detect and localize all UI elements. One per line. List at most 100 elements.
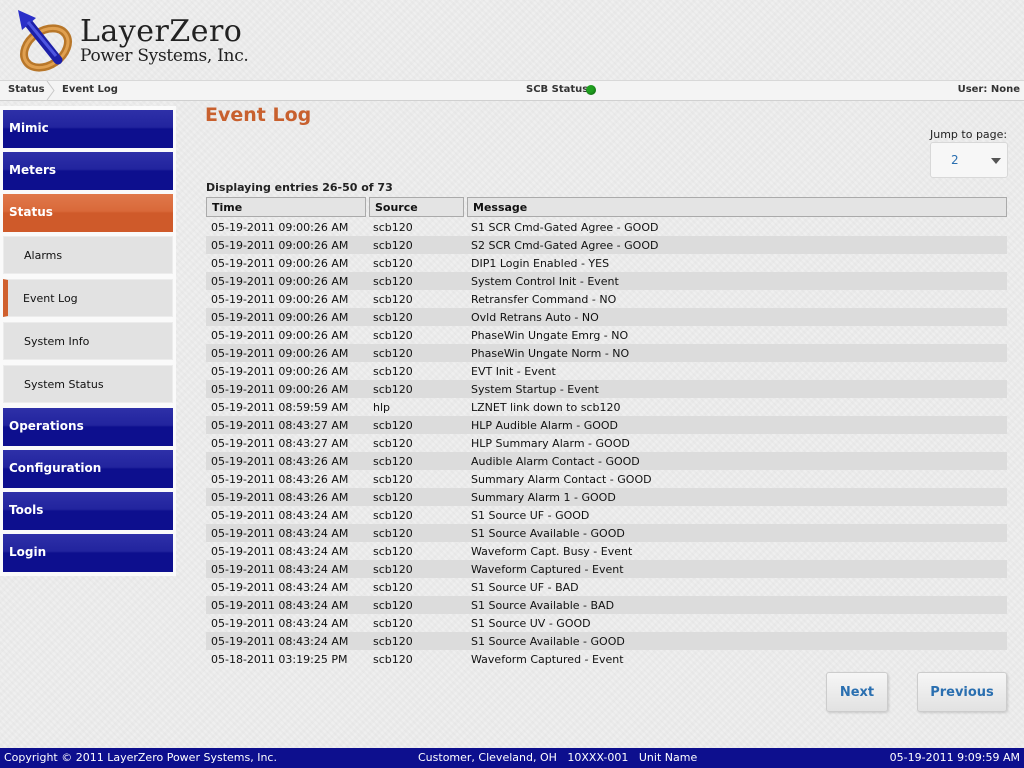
nav-system-info[interactable]: System Info xyxy=(3,322,173,360)
column-header-source: Source xyxy=(369,197,464,217)
table-row: 05-19-2011 09:00:26 AM scb120 Retransfer C… xyxy=(206,290,1007,308)
table-row: 05-19-2011 08:43:24 AM scb120 S1 Source Av… xyxy=(206,632,1007,650)
table-row: 05-19-2011 08:43:24 AM scb120 S1 Source Av… xyxy=(206,524,1007,542)
previous-button[interactable]: Previous xyxy=(917,672,1007,712)
column-header-message: Message xyxy=(467,197,1007,217)
table-row: 05-19-2011 08:59:59 AM hlp LZNET link down… xyxy=(206,398,1007,416)
table-row: 05-19-2011 08:43:24 AM scb120 S1 Source UF… xyxy=(206,506,1007,524)
cell-message: HLP Summary Alarm - GOOD xyxy=(471,437,630,450)
nav-system-status[interactable]: System Status xyxy=(3,365,173,403)
cell-source: scb120 xyxy=(373,473,413,486)
cell-source: scb120 xyxy=(373,239,413,252)
cell-message: System Startup - Event xyxy=(471,383,599,396)
cell-time: 05-19-2011 09:00:26 AM xyxy=(211,239,349,252)
chevron-down-icon xyxy=(991,158,1001,164)
cell-time: 05-19-2011 08:43:24 AM xyxy=(211,599,349,612)
cell-source: scb120 xyxy=(373,509,413,522)
cell-message: System Control Init - Event xyxy=(471,275,619,288)
cell-time: 05-19-2011 08:43:26 AM xyxy=(211,455,349,468)
cell-source: scb120 xyxy=(373,329,413,342)
cell-source: hlp xyxy=(373,401,391,414)
cell-source: scb120 xyxy=(373,491,413,504)
brand-subtitle: Power Systems, Inc. xyxy=(80,46,249,66)
nav-event-log[interactable]: Event Log xyxy=(3,279,173,317)
nav-operations[interactable]: Operations xyxy=(3,408,173,446)
cell-time: 05-19-2011 08:59:59 AM xyxy=(211,401,349,414)
brand-name: LayerZero xyxy=(80,14,243,49)
footer: Copyright © 2011 LayerZero Power Systems… xyxy=(0,748,1024,768)
cell-message: S1 Source UF - BAD xyxy=(471,581,579,594)
nav-configuration[interactable]: Configuration xyxy=(3,450,173,488)
jump-to-page-select[interactable]: 2 xyxy=(930,142,1008,178)
header: LayerZero Power Systems, Inc. xyxy=(0,0,1024,80)
cell-time: 05-19-2011 08:43:24 AM xyxy=(211,509,349,522)
cell-source: scb120 xyxy=(373,653,413,666)
nav-alarms[interactable]: Alarms xyxy=(3,236,173,274)
table-row: 05-19-2011 08:43:24 AM scb120 Waveform Cap… xyxy=(206,560,1007,578)
cell-source: scb120 xyxy=(373,455,413,468)
next-button[interactable]: Next xyxy=(826,672,888,712)
table-row: 05-19-2011 09:00:26 AM scb120 S1 SCR Cmd-G… xyxy=(206,218,1007,236)
table-row: 05-19-2011 08:43:24 AM scb120 Waveform Cap… xyxy=(206,542,1007,560)
table-row: 05-19-2011 08:43:26 AM scb120 Summary Alar… xyxy=(206,470,1007,488)
location-text: Customer, Cleveland, OH 10XXX-001 Unit N… xyxy=(418,751,698,764)
breadcrumb-status[interactable]: Status xyxy=(8,84,45,95)
nav-status[interactable]: Status xyxy=(3,194,173,232)
cell-message: Summary Alarm Contact - GOOD xyxy=(471,473,652,486)
scb-status-indicator-icon xyxy=(586,85,596,95)
table-row: 05-19-2011 09:00:26 AM scb120 PhaseWin Ung… xyxy=(206,344,1007,362)
cell-time: 05-19-2011 08:43:24 AM xyxy=(211,563,349,576)
cell-message: S1 Source Available - BAD xyxy=(471,599,615,612)
status-bar: Status Event Log SCB Status: User: None xyxy=(0,80,1024,101)
copyright-text: Copyright © 2011 LayerZero Power Systems… xyxy=(4,751,277,764)
cell-source: scb120 xyxy=(373,293,413,306)
cell-time: 05-19-2011 08:43:27 AM xyxy=(211,419,349,432)
cell-message: S2 SCR Cmd-Gated Agree - GOOD xyxy=(471,239,659,252)
cell-message: Audible Alarm Contact - GOOD xyxy=(471,455,640,468)
cell-source: scb120 xyxy=(373,311,413,324)
cell-source: scb120 xyxy=(373,383,413,396)
user-label: User: None xyxy=(957,84,1020,95)
cell-message: Summary Alarm 1 - GOOD xyxy=(471,491,616,504)
cell-time: 05-19-2011 09:00:26 AM xyxy=(211,275,349,288)
cell-source: scb120 xyxy=(373,437,413,450)
breadcrumb-separator-icon xyxy=(46,81,55,100)
column-header-time: Time xyxy=(206,197,366,217)
cell-time: 05-19-2011 08:43:24 AM xyxy=(211,527,349,540)
table-row: 05-19-2011 09:00:26 AM scb120 DIP1 Login E… xyxy=(206,254,1007,272)
cell-source: scb120 xyxy=(373,545,413,558)
cell-time: 05-19-2011 08:43:24 AM xyxy=(211,635,349,648)
table-body: 05-19-2011 09:00:26 AM scb120 S1 SCR Cmd-G… xyxy=(206,218,1007,668)
cell-message: Ovld Retrans Auto - NO xyxy=(471,311,599,324)
table-row: 05-19-2011 09:00:26 AM scb120 PhaseWin Ung… xyxy=(206,326,1007,344)
cell-message: S1 Source UF - GOOD xyxy=(471,509,590,522)
cell-source: scb120 xyxy=(373,635,413,648)
cell-time: 05-19-2011 09:00:26 AM xyxy=(211,293,349,306)
breadcrumb-event-log: Event Log xyxy=(62,84,118,95)
nav-mimic[interactable]: Mimic xyxy=(3,110,173,148)
cell-message: HLP Audible Alarm - GOOD xyxy=(471,419,619,432)
cell-source: scb120 xyxy=(373,419,413,432)
cell-message: DIP1 Login Enabled - YES xyxy=(471,257,610,270)
cell-time: 05-18-2011 03:19:25 PM xyxy=(211,653,348,666)
table-row: 05-19-2011 09:00:26 AM scb120 System Start… xyxy=(206,380,1007,398)
cell-time: 05-19-2011 09:00:26 AM xyxy=(211,347,349,360)
layerzero-logo-icon xyxy=(18,10,72,72)
jump-to-page-value: 2 xyxy=(951,153,959,167)
nav-meters[interactable]: Meters xyxy=(3,152,173,190)
nav-tools[interactable]: Tools xyxy=(3,492,173,530)
nav-login[interactable]: Login xyxy=(3,534,173,572)
cell-time: 05-19-2011 09:00:26 AM xyxy=(211,257,349,270)
cell-message: S1 Source Available - GOOD xyxy=(471,635,625,648)
footer-datetime: 05-19-2011 9:09:59 AM xyxy=(889,751,1020,764)
table-row: 05-19-2011 08:43:26 AM scb120 Audible Alar… xyxy=(206,452,1007,470)
jump-to-page-label: Jump to page: xyxy=(930,128,1008,141)
table-row: 05-19-2011 08:43:27 AM scb120 HLP Summary … xyxy=(206,434,1007,452)
table-row: 05-19-2011 08:43:24 AM scb120 S1 Source UV… xyxy=(206,614,1007,632)
cell-time: 05-19-2011 08:43:27 AM xyxy=(211,437,349,450)
cell-message: Waveform Capt. Busy - Event xyxy=(471,545,633,558)
cell-time: 05-19-2011 09:00:26 AM xyxy=(211,311,349,324)
cell-source: scb120 xyxy=(373,365,413,378)
cell-time: 05-19-2011 08:43:26 AM xyxy=(211,473,349,486)
cell-source: scb120 xyxy=(373,563,413,576)
